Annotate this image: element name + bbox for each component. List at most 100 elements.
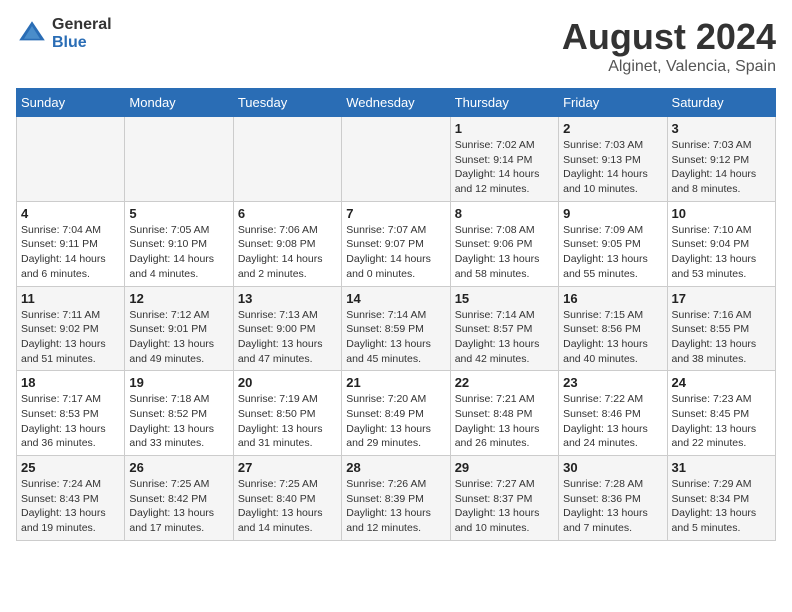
weekday-header: Wednesday: [342, 89, 450, 117]
day-number: 17: [672, 291, 771, 306]
day-content: Sunrise: 7:19 AM Sunset: 8:50 PM Dayligh…: [238, 392, 337, 451]
day-number: 7: [346, 206, 445, 221]
calendar-cell: 13Sunrise: 7:13 AM Sunset: 9:00 PM Dayli…: [233, 286, 341, 371]
weekday-header: Friday: [559, 89, 667, 117]
day-number: 22: [455, 375, 554, 390]
day-content: Sunrise: 7:25 AM Sunset: 8:40 PM Dayligh…: [238, 477, 337, 536]
day-content: Sunrise: 7:07 AM Sunset: 9:07 PM Dayligh…: [346, 223, 445, 282]
day-content: Sunrise: 7:12 AM Sunset: 9:01 PM Dayligh…: [129, 308, 228, 367]
day-number: 19: [129, 375, 228, 390]
calendar-cell: 7 Sunrise: 7:07 AM Sunset: 9:07 PM Daylig…: [342, 201, 450, 286]
day-content: Sunrise: 7:15 AM Sunset: 8:56 PM Dayligh…: [563, 308, 662, 367]
day-number: 5: [129, 206, 228, 221]
weekday-row: SundayMondayTuesdayWednesdayThursdayFrid…: [17, 89, 776, 117]
calendar-cell: 9Sunrise: 7:09 AM Sunset: 9:05 PM Daylig…: [559, 201, 667, 286]
weekday-header: Monday: [125, 89, 233, 117]
day-content: Sunrise: 7:03 AM Sunset: 9:13 PM Dayligh…: [563, 138, 662, 197]
calendar-cell: 26Sunrise: 7:25 AM Sunset: 8:42 PM Dayli…: [125, 456, 233, 541]
calendar-cell: 19 Sunrise: 7:18 AM Sunset: 8:52 PM Dayli…: [125, 371, 233, 456]
logo-general-text: General: [52, 16, 112, 34]
day-number: 12: [129, 291, 228, 306]
page-header: General Blue August 2024 Alginet, Valenc…: [16, 16, 776, 76]
day-number: 24: [672, 375, 771, 390]
day-number: 10: [672, 206, 771, 221]
weekday-header: Sunday: [17, 89, 125, 117]
day-content: Sunrise: 7:11 AM Sunset: 9:02 PM Dayligh…: [21, 308, 120, 367]
calendar-body: 1 Sunrise: 7:02 AM Sunset: 9:14 PM Daylig…: [17, 117, 776, 541]
calendar-cell: [233, 117, 341, 202]
calendar-cell: 25 Sunrise: 7:24 AM Sunset: 8:43 PM Dayli…: [17, 456, 125, 541]
day-content: Sunrise: 7:21 AM Sunset: 8:48 PM Dayligh…: [455, 392, 554, 451]
title-block: August 2024 Alginet, Valencia, Spain: [562, 16, 776, 76]
calendar-cell: 22 Sunrise: 7:21 AM Sunset: 8:48 PM Dayli…: [450, 371, 558, 456]
calendar-cell: 12 Sunrise: 7:12 AM Sunset: 9:01 PM Dayli…: [125, 286, 233, 371]
day-content: Sunrise: 7:26 AM Sunset: 8:39 PM Dayligh…: [346, 477, 445, 536]
day-content: Sunrise: 7:28 AM Sunset: 8:36 PM Dayligh…: [563, 477, 662, 536]
day-content: Sunrise: 7:29 AM Sunset: 8:34 PM Dayligh…: [672, 477, 771, 536]
day-content: Sunrise: 7:23 AM Sunset: 8:45 PM Dayligh…: [672, 392, 771, 451]
day-number: 13: [238, 291, 337, 306]
day-number: 11: [21, 291, 120, 306]
day-content: Sunrise: 7:25 AM Sunset: 8:42 PM Dayligh…: [129, 477, 228, 536]
day-number: 25: [21, 460, 120, 475]
calendar-cell: 28 Sunrise: 7:26 AM Sunset: 8:39 PM Dayli…: [342, 456, 450, 541]
day-content: Sunrise: 7:02 AM Sunset: 9:14 PM Dayligh…: [455, 138, 554, 197]
calendar-week-row: 18Sunrise: 7:17 AM Sunset: 8:53 PM Dayli…: [17, 371, 776, 456]
calendar-title: August 2024: [562, 16, 776, 58]
day-content: Sunrise: 7:17 AM Sunset: 8:53 PM Dayligh…: [21, 392, 120, 451]
calendar-cell: 1 Sunrise: 7:02 AM Sunset: 9:14 PM Daylig…: [450, 117, 558, 202]
logo: General Blue: [16, 16, 112, 51]
day-number: 28: [346, 460, 445, 475]
calendar-cell: 15Sunrise: 7:14 AM Sunset: 8:57 PM Dayli…: [450, 286, 558, 371]
day-number: 6: [238, 206, 337, 221]
calendar-cell: 14 Sunrise: 7:14 AM Sunset: 8:59 PM Dayli…: [342, 286, 450, 371]
calendar-cell: 10 Sunrise: 7:10 AM Sunset: 9:04 PM Dayli…: [667, 201, 775, 286]
calendar-cell: 2Sunrise: 7:03 AM Sunset: 9:13 PM Daylig…: [559, 117, 667, 202]
day-number: 1: [455, 121, 554, 136]
day-content: Sunrise: 7:04 AM Sunset: 9:11 PM Dayligh…: [21, 223, 120, 282]
calendar-cell: 27 Sunrise: 7:25 AM Sunset: 8:40 PM Dayli…: [233, 456, 341, 541]
day-content: Sunrise: 7:14 AM Sunset: 8:59 PM Dayligh…: [346, 308, 445, 367]
day-content: Sunrise: 7:22 AM Sunset: 8:46 PM Dayligh…: [563, 392, 662, 451]
calendar-week-row: 11 Sunrise: 7:11 AM Sunset: 9:02 PM Dayli…: [17, 286, 776, 371]
day-number: 30: [563, 460, 662, 475]
weekday-header: Tuesday: [233, 89, 341, 117]
calendar-week-row: 1 Sunrise: 7:02 AM Sunset: 9:14 PM Daylig…: [17, 117, 776, 202]
weekday-header: Saturday: [667, 89, 775, 117]
day-number: 14: [346, 291, 445, 306]
calendar-cell: 6 Sunrise: 7:06 AM Sunset: 9:08 PM Daylig…: [233, 201, 341, 286]
day-content: Sunrise: 7:27 AM Sunset: 8:37 PM Dayligh…: [455, 477, 554, 536]
day-number: 31: [672, 460, 771, 475]
calendar-cell: 24 Sunrise: 7:23 AM Sunset: 8:45 PM Dayli…: [667, 371, 775, 456]
calendar-cell: 3 Sunrise: 7:03 AM Sunset: 9:12 PM Daylig…: [667, 117, 775, 202]
calendar-cell: 29Sunrise: 7:27 AM Sunset: 8:37 PM Dayli…: [450, 456, 558, 541]
day-number: 16: [563, 291, 662, 306]
logo-blue-text: Blue: [52, 34, 112, 52]
day-number: 3: [672, 121, 771, 136]
day-content: Sunrise: 7:09 AM Sunset: 9:05 PM Dayligh…: [563, 223, 662, 282]
calendar-cell: 21 Sunrise: 7:20 AM Sunset: 8:49 PM Dayli…: [342, 371, 450, 456]
day-number: 21: [346, 375, 445, 390]
day-content: Sunrise: 7:18 AM Sunset: 8:52 PM Dayligh…: [129, 392, 228, 451]
calendar-cell: [342, 117, 450, 202]
day-content: Sunrise: 7:05 AM Sunset: 9:10 PM Dayligh…: [129, 223, 228, 282]
day-number: 23: [563, 375, 662, 390]
day-content: Sunrise: 7:03 AM Sunset: 9:12 PM Dayligh…: [672, 138, 771, 197]
calendar-cell: 23 Sunrise: 7:22 AM Sunset: 8:46 PM Dayli…: [559, 371, 667, 456]
calendar-week-row: 25 Sunrise: 7:24 AM Sunset: 8:43 PM Dayli…: [17, 456, 776, 541]
day-content: Sunrise: 7:06 AM Sunset: 9:08 PM Dayligh…: [238, 223, 337, 282]
calendar-table: SundayMondayTuesdayWednesdayThursdayFrid…: [16, 88, 776, 541]
calendar-week-row: 4Sunrise: 7:04 AM Sunset: 9:11 PM Daylig…: [17, 201, 776, 286]
calendar-cell: 11 Sunrise: 7:11 AM Sunset: 9:02 PM Dayli…: [17, 286, 125, 371]
day-content: Sunrise: 7:24 AM Sunset: 8:43 PM Dayligh…: [21, 477, 120, 536]
logo-icon: [16, 18, 48, 50]
day-content: Sunrise: 7:10 AM Sunset: 9:04 PM Dayligh…: [672, 223, 771, 282]
day-content: Sunrise: 7:08 AM Sunset: 9:06 PM Dayligh…: [455, 223, 554, 282]
day-content: Sunrise: 7:20 AM Sunset: 8:49 PM Dayligh…: [346, 392, 445, 451]
calendar-cell: 5 Sunrise: 7:05 AM Sunset: 9:10 PM Daylig…: [125, 201, 233, 286]
calendar-cell: 31 Sunrise: 7:29 AM Sunset: 8:34 PM Dayli…: [667, 456, 775, 541]
day-number: 27: [238, 460, 337, 475]
day-content: Sunrise: 7:14 AM Sunset: 8:57 PM Dayligh…: [455, 308, 554, 367]
calendar-cell: 4Sunrise: 7:04 AM Sunset: 9:11 PM Daylig…: [17, 201, 125, 286]
calendar-cell: 8Sunrise: 7:08 AM Sunset: 9:06 PM Daylig…: [450, 201, 558, 286]
